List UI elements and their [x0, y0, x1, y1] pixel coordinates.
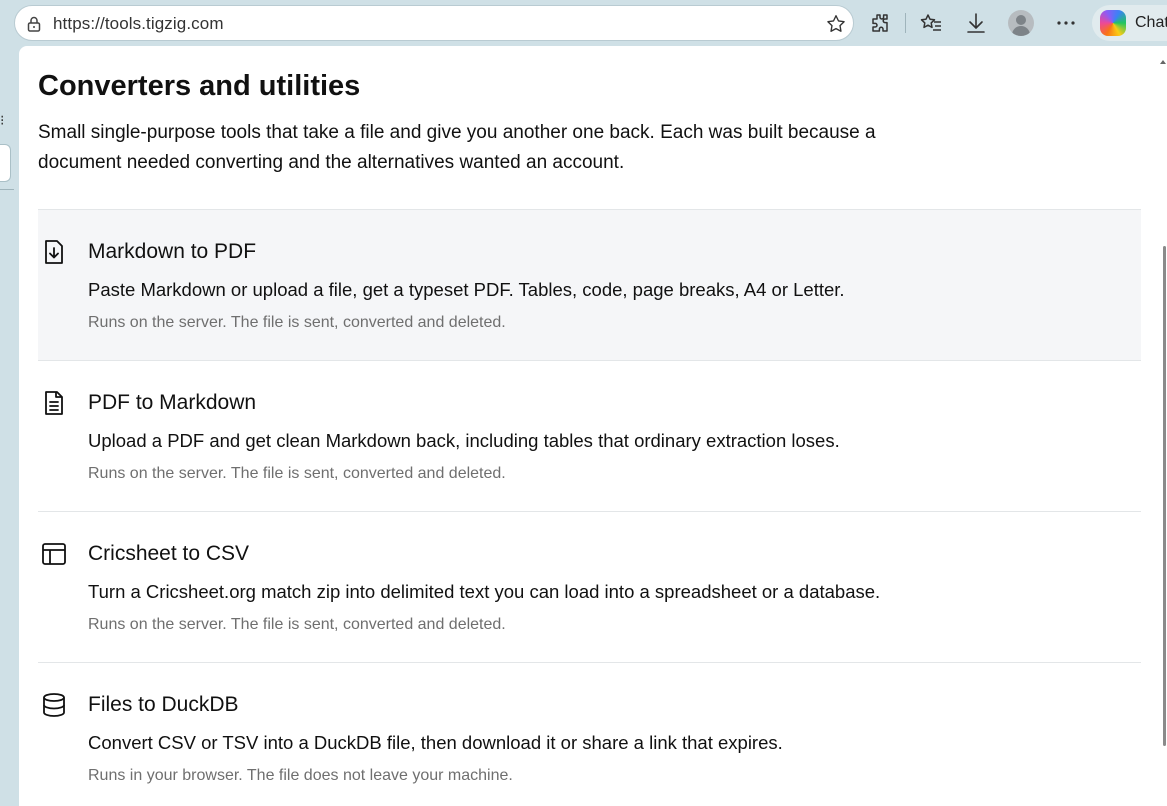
database-icon [43, 693, 65, 717]
favorites-icon[interactable] [919, 11, 943, 35]
tool-description: Upload a PDF and get clean Markdown back… [88, 430, 840, 451]
side-panel-tab[interactable] [0, 144, 11, 182]
scrollbar[interactable] [1159, 46, 1167, 806]
tool-name[interactable]: Cricsheet to CSV [88, 542, 249, 566]
address-bar[interactable]: https://tools.tigzig.com [14, 5, 854, 41]
tool-note: Runs on the server. The file is sent, co… [88, 616, 506, 633]
page-description: Small single-purpose tools that take a f… [38, 122, 876, 173]
tool-item-files-to-duckdb[interactable]: Files to DuckDB Convert CSV or TSV into … [38, 662, 1141, 806]
tool-name[interactable]: Markdown to PDF [88, 240, 256, 264]
browser-toolbar: https://tools.tigzig.com Chat [0, 0, 1167, 46]
tool-description: Paste Markdown or upload a file, get a t… [88, 279, 845, 300]
side-divider [0, 189, 14, 190]
page-title: Converters and utilities [38, 70, 361, 102]
tool-list: Markdown to PDF Paste Markdown or upload… [38, 209, 1141, 806]
profile-avatar[interactable] [1008, 10, 1034, 36]
tool-description: Turn a Cricsheet.org match zip into deli… [88, 581, 881, 602]
table-icon [42, 543, 66, 565]
scrollbar-thumb[interactable] [1163, 246, 1166, 746]
tool-item-cricsheet-to-csv[interactable]: Cricsheet to CSV Turn a Cricsheet.org ma… [38, 511, 1141, 662]
tool-item-pdf-to-markdown[interactable]: PDF to Markdown Upload a PDF and get cle… [38, 360, 1141, 511]
tool-description: Convert CSV or TSV into a DuckDB file, t… [88, 732, 783, 753]
tool-note: Runs on the server. The file is sent, co… [88, 314, 506, 331]
more-options-icon[interactable] [1054, 11, 1078, 35]
toolbar-separator [905, 13, 906, 33]
extensions-icon[interactable] [868, 11, 892, 35]
side-panel-strip: ⁝ [0, 46, 19, 806]
tool-name[interactable]: PDF to Markdown [88, 391, 256, 415]
copilot-label: Chat [1135, 14, 1167, 31]
copilot-icon [1100, 10, 1126, 36]
avatar-head [1016, 15, 1026, 25]
avatar-body [1012, 26, 1030, 36]
tool-name[interactable]: Files to DuckDB [88, 693, 239, 717]
copilot-chat-button[interactable]: Chat [1092, 5, 1167, 41]
side-panel-handle[interactable]: ⁝ [0, 112, 4, 129]
downloads-icon[interactable] [964, 11, 988, 35]
url-text[interactable]: https://tools.tigzig.com [53, 14, 224, 34]
page-content: Converters and utilities Small single-pu… [19, 46, 1167, 806]
file-text-icon [45, 391, 63, 415]
tool-note: Runs on the server. The file is sent, co… [88, 465, 506, 482]
scroll-up-arrow[interactable] [1160, 60, 1166, 64]
favorite-star-icon[interactable] [825, 13, 847, 35]
lock-icon[interactable] [25, 15, 43, 33]
tool-item-markdown-to-pdf[interactable]: Markdown to PDF Paste Markdown or upload… [38, 209, 1141, 360]
tool-note: Runs in your browser. The file does not … [88, 767, 513, 784]
file-download-icon [45, 240, 63, 264]
